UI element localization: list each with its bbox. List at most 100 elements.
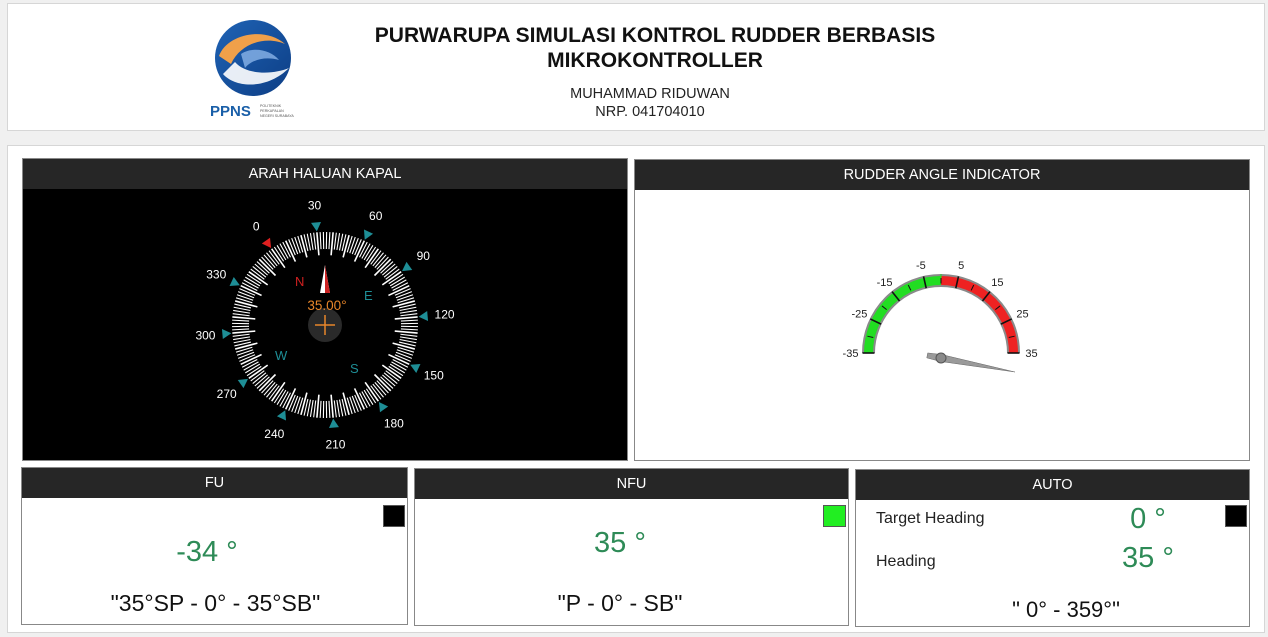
- compass-tick: [400, 333, 418, 337]
- logo-subtext-1: POLITEKNIK: [260, 104, 282, 108]
- nfu-value: 35 °: [594, 527, 646, 559]
- heading-label: Heading: [876, 553, 936, 570]
- degree-label: 210: [325, 438, 345, 452]
- degree-label: 30: [308, 198, 322, 212]
- degree-label: 240: [264, 427, 284, 441]
- compass-tick: [232, 316, 256, 320]
- compass-tick: [313, 400, 317, 418]
- gauge-starboard-arc: [940, 276, 1018, 354]
- compass-tick: [328, 400, 331, 418]
- fu-panel-title: FU: [22, 468, 407, 498]
- heading-readout: 35.00°: [307, 298, 346, 313]
- degree-label: 120: [435, 308, 455, 322]
- compass-tick: [232, 319, 250, 322]
- compass-tick: [248, 271, 269, 286]
- compass-tick: [233, 309, 251, 314]
- degree-marker-icon: [237, 378, 248, 389]
- compass-tick: [300, 392, 308, 416]
- title-line-2: MIKROKONTROLLER: [547, 49, 763, 72]
- nfu-panel: NFU 35 ° "P - 0° - SB": [414, 468, 849, 626]
- compass-tick: [351, 395, 359, 413]
- cardinal-n: N: [295, 274, 304, 289]
- degree-marker-icon: [410, 363, 421, 374]
- heading-value: 35 °: [1122, 542, 1174, 574]
- logo-subtext-3: NEGERI SURABAYA: [260, 114, 294, 118]
- degree-marker-icon: [221, 328, 232, 339]
- compass-tick: [319, 400, 322, 418]
- degree-label: 180: [384, 416, 404, 430]
- compass-tick: [232, 328, 250, 331]
- compass-tick: [330, 232, 334, 256]
- title-line-1: PURWARUPA SIMULASI KONTROL RUDDER BERBAS…: [374, 24, 936, 47]
- degree-marker-icon: [229, 276, 240, 287]
- compass-tick: [333, 232, 337, 250]
- compass-tick: [399, 309, 417, 314]
- logo-text: PPNS: [210, 103, 251, 120]
- compass-tick: [333, 400, 337, 418]
- compass-tick: [400, 313, 418, 317]
- compass-dial: 0306090120150180210240270300330 N E S W …: [195, 198, 455, 452]
- compass-tick: [394, 330, 418, 334]
- compass-tick: [395, 351, 413, 359]
- compass-tick: [234, 300, 258, 308]
- auto-range-text: " 0° - 359°": [1012, 597, 1120, 622]
- compass-tick: [271, 248, 286, 269]
- compass-tick: [392, 342, 416, 350]
- degree-label: 300: [195, 328, 215, 342]
- degree-label: 0: [253, 220, 260, 234]
- compass-tick: [309, 399, 314, 417]
- logo-subtext-2: PERKAPALAN: [260, 109, 284, 113]
- fu-value: -34 °: [176, 536, 238, 568]
- compass-tick: [237, 291, 255, 299]
- gauge-scale-label: -35: [843, 348, 859, 360]
- gauge-scale-label: 5: [958, 260, 964, 272]
- compass-tick: [342, 234, 350, 258]
- compass-tick: [300, 234, 308, 258]
- compass-tick: [351, 237, 359, 255]
- compass-tick: [336, 233, 341, 251]
- compass-body: 0 30 60 90 120 150 180 210 240 270 300 330 N E S W …: [23, 189, 627, 460]
- compass-tick: [232, 330, 256, 334]
- rudder-angle-panel: RUDDER ANGLE INDICATOR -35 -25 -15 -5 5 15 25 3…: [634, 159, 1250, 461]
- cardinal-e: E: [364, 288, 373, 303]
- compass-tick: [271, 381, 286, 402]
- compass-tick: [291, 237, 299, 255]
- compass-tick: [328, 232, 331, 250]
- rudder-gauge: -35 -25 -15 -5 5 15 25 35: [843, 260, 1038, 373]
- degree-marker-icon: [363, 229, 374, 240]
- degree-marker-icon: [378, 402, 389, 413]
- gauge-port-arc: [864, 276, 942, 354]
- compass-tick: [232, 333, 250, 337]
- needle-pivot: [935, 352, 947, 364]
- compass-tick: [232, 313, 250, 317]
- cardinal-s: S: [350, 361, 359, 376]
- fu-panel: FU -34 ° "35°SP - 0° - 35°SB": [21, 467, 408, 625]
- degree-label: 60: [369, 209, 383, 223]
- fu-status-indicator: [383, 505, 405, 527]
- compass-tick: [336, 399, 341, 417]
- compass-tick: [399, 336, 417, 341]
- compass-tick: [309, 233, 314, 251]
- nfu-panel-title: NFU: [415, 469, 848, 499]
- gauge-scale-label: -5: [916, 260, 926, 272]
- nfu-status-indicator: [823, 505, 846, 527]
- degree-label: 90: [417, 249, 431, 263]
- compass-tick: [400, 319, 418, 322]
- target-heading-value: 0 °: [1130, 503, 1166, 535]
- degree-marker-icon: [311, 221, 322, 232]
- target-heading-label: Target Heading: [876, 510, 985, 527]
- degree-marker-icon: [418, 311, 429, 322]
- cardinal-w: W: [275, 348, 288, 363]
- compass-tick: [394, 316, 418, 320]
- ppns-logo: PPNS POLITEKNIK PERKAPALAN NEGERI SURABA…: [210, 20, 294, 120]
- compass-tick: [316, 394, 320, 418]
- compass-tick: [237, 351, 255, 359]
- fu-range-text: "35°SP - 0° - 35°SB": [110, 590, 321, 616]
- auto-panel-title: AUTO: [856, 470, 1249, 500]
- compass-tick: [234, 342, 258, 350]
- compass-tick: [313, 232, 317, 250]
- compass-tick: [392, 300, 416, 308]
- heading-compass-panel: ARAH HALUAN KAPAL 0 30 60 90 120 150 180 210 240…: [22, 158, 628, 461]
- compass-panel-title: ARAH HALUAN KAPAL: [23, 159, 627, 189]
- author-info: MUHAMMAD RIDUWAN NRP. 041704010: [500, 85, 800, 121]
